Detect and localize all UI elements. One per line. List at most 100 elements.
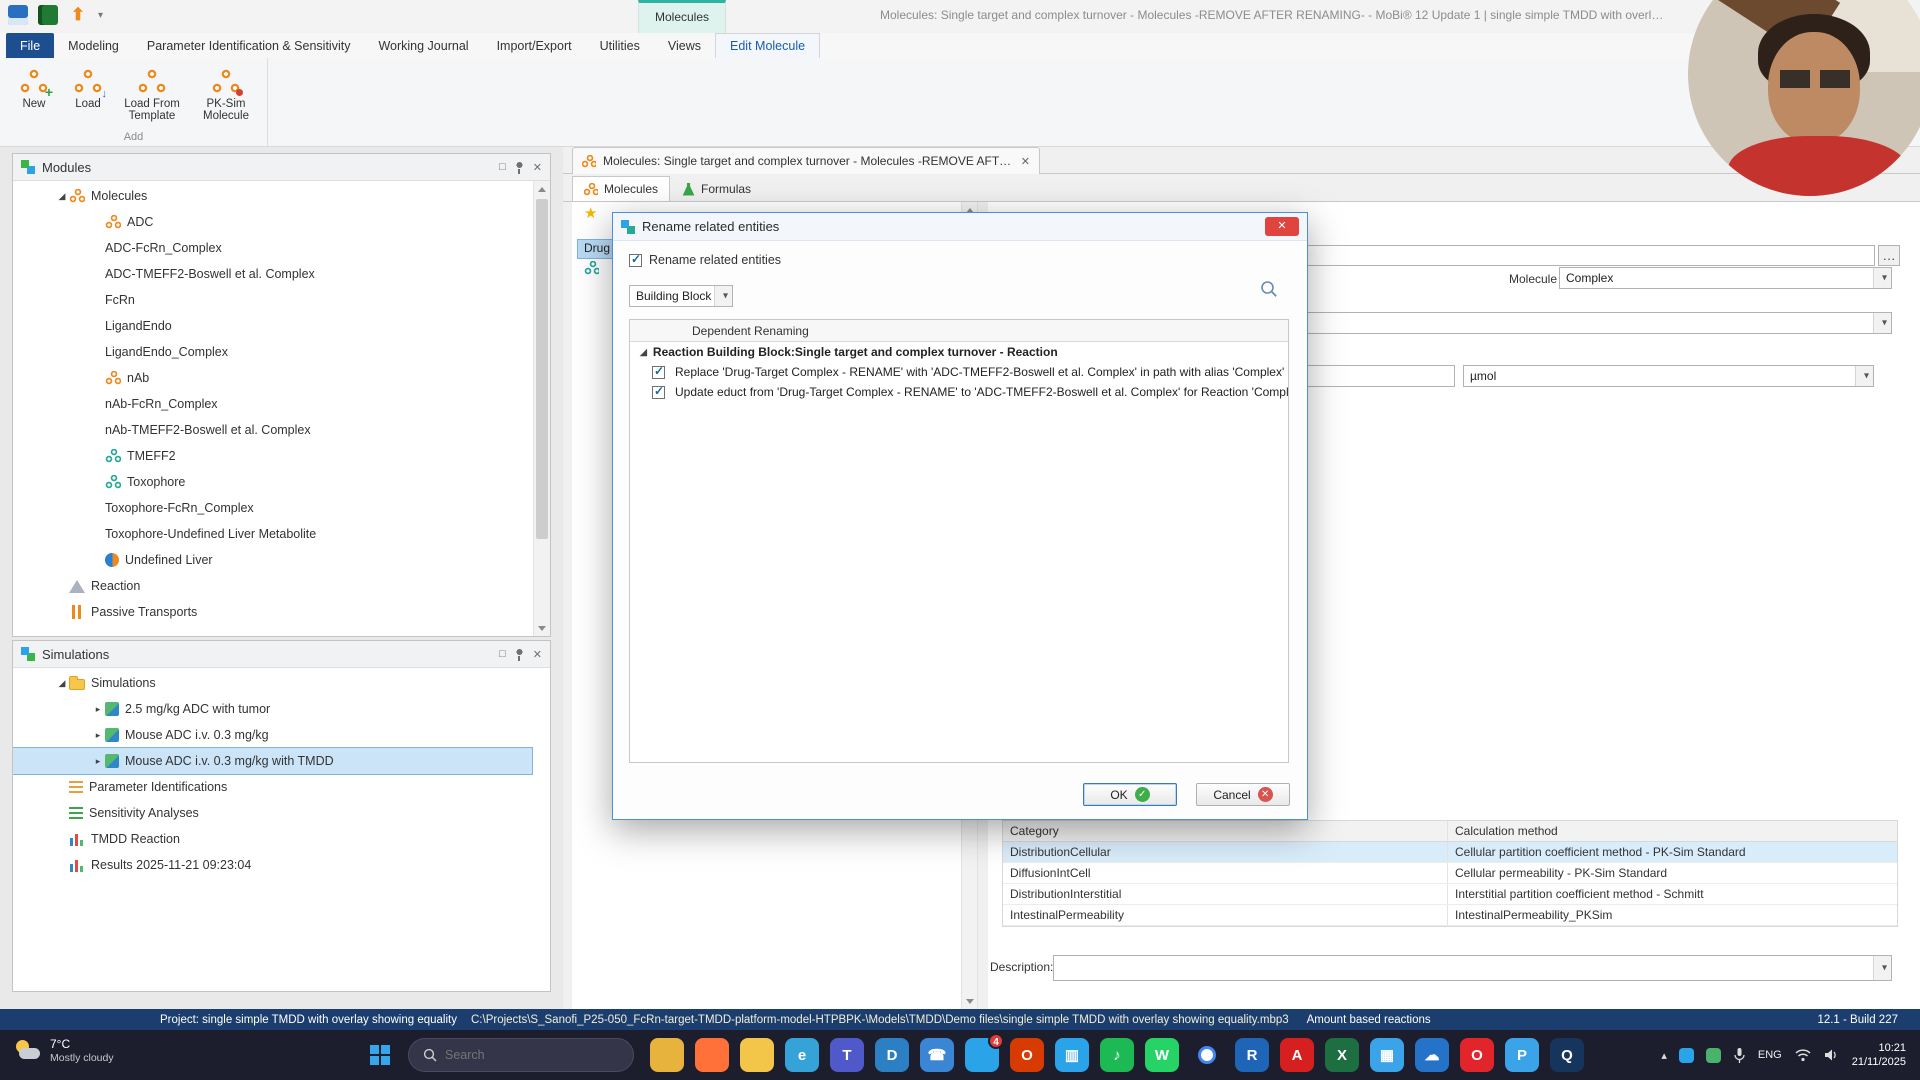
customize-toolbar-arrow-icon[interactable]: ▾ (98, 10, 103, 21)
list-column-header[interactable]: Dependent Renaming (630, 320, 1288, 342)
taskbar-app-icon[interactable]: T (830, 1038, 864, 1072)
taskbar-app-icon[interactable]: R (1235, 1038, 1269, 1072)
expander-icon[interactable]: ▸ (91, 756, 105, 767)
taskbar-app-icon[interactable] (1190, 1038, 1224, 1072)
ribbon-tab[interactable]: Views (654, 33, 715, 58)
ribbon-button[interactable]: New (8, 63, 60, 125)
taskbar-clock[interactable]: 10:21 21/11/2025 (1852, 1041, 1906, 1070)
simulations-panel-header[interactable]: Simulations □ ✕ (13, 641, 550, 668)
tray-app-icon[interactable] (1678, 1047, 1694, 1063)
ribbon-tab[interactable]: Parameter Identification & Sensitivity (133, 33, 365, 58)
taskbar-app-icon[interactable]: O (1460, 1038, 1494, 1072)
expander-icon[interactable]: ◢ (55, 678, 69, 689)
close-tab-icon[interactable]: ✕ (1021, 155, 1030, 168)
dialog-close-button[interactable]: ✕ (1265, 217, 1299, 236)
renaming-row[interactable]: Update educt from 'Drug-Target Complex -… (630, 382, 1288, 402)
tree-item[interactable]: ADC (13, 209, 532, 235)
search-icon[interactable] (1259, 279, 1279, 302)
tree-item[interactable]: LigandEndo (13, 313, 532, 339)
tree-item[interactable]: ▸ 2.5 mg/kg ADC with tumor (13, 696, 532, 722)
close-icon[interactable]: ✕ (533, 161, 542, 174)
save-icon[interactable] (8, 5, 28, 25)
weather-widget[interactable]: 7°C Mostly cloudy (14, 1037, 114, 1065)
context-tab-molecules[interactable]: Molecules (638, 0, 726, 33)
tree-item[interactable]: nAb (13, 365, 532, 391)
tree-item[interactable]: ▸ Mouse ADC i.v. 0.3 mg/kg with TMDD (13, 747, 533, 775)
taskbar-app-icon[interactable] (740, 1038, 774, 1072)
taskbar-app-icon[interactable] (695, 1038, 729, 1072)
table-row[interactable]: DiffusionIntCell Cellular permeability -… (1003, 863, 1897, 884)
tree-item[interactable]: Toxophore-FcRn_Complex (13, 495, 532, 521)
tree-item[interactable]: Undefined Liver (13, 547, 532, 573)
taskbar-app-icon[interactable]: D (875, 1038, 909, 1072)
ribbon-button[interactable]: Load (62, 63, 114, 125)
tree-item[interactable]: ADC-TMEFF2-Boswell et al. Complex (13, 261, 532, 287)
taskbar-app-icon[interactable]: ▥ (1055, 1038, 1089, 1072)
modules-panel-header[interactable]: Modules □ ✕ (13, 154, 550, 181)
scroll-down-icon[interactable] (962, 993, 977, 1009)
tree-item[interactable]: Parameter Identifications (13, 774, 532, 800)
export-icon[interactable]: ⬆ (68, 5, 88, 25)
table-row[interactable]: IntestinalPermeability IntestinalPermeab… (1003, 905, 1897, 926)
tree-item[interactable]: ADC-FcRn_Complex (13, 235, 532, 261)
scroll-down-icon[interactable] (534, 620, 550, 636)
ribbon-tab[interactable]: Edit Molecule (715, 33, 821, 58)
wifi-icon[interactable] (1794, 1048, 1812, 1062)
rename-related-entities-checkbox-row[interactable]: Rename related entities (629, 252, 781, 267)
tree-item[interactable]: ▸ Mouse ADC i.v. 0.3 mg/kg (13, 722, 532, 748)
tree-item[interactable]: Results 2025-11-21 09:23:04 (13, 852, 532, 878)
document-subtab[interactable]: Formulas (670, 176, 763, 201)
taskbar-app-icon[interactable]: P (1505, 1038, 1539, 1072)
scroll-up-icon[interactable] (534, 181, 550, 197)
expander-icon[interactable]: ◢ (55, 191, 69, 202)
taskbar-app-icon[interactable]: ♪ (1100, 1038, 1134, 1072)
scrollbar-thumb[interactable] (536, 199, 548, 539)
group-by-dropdown[interactable]: Building Block (629, 285, 733, 307)
tree-item[interactable]: TMEFF2 (13, 443, 532, 469)
table-row[interactable]: DistributionInterstitial Interstitial pa… (1003, 884, 1897, 905)
list-group-row[interactable]: ◢ Reaction Building Block:Single target … (630, 342, 1288, 362)
ellipsis-button[interactable]: … (1878, 245, 1900, 266)
ribbon-tab[interactable]: Working Journal (364, 33, 482, 58)
ribbon-tab[interactable]: Import/Export (483, 33, 586, 58)
document-tab[interactable]: Molecules: Single target and complex tur… (572, 147, 1040, 174)
tree-item[interactable]: Toxophore-Undefined Liver Metabolite (13, 521, 532, 547)
cancel-button[interactable]: Cancel ✕ (1196, 783, 1290, 806)
maximize-icon[interactable]: □ (499, 161, 506, 173)
taskbar-app-icon[interactable]: ▦ (1370, 1038, 1404, 1072)
language-indicator[interactable]: ENG (1758, 1049, 1782, 1061)
pin-icon[interactable] (514, 647, 524, 661)
tree-item[interactable]: ◢ Simulations (13, 670, 532, 696)
taskbar-app-icon[interactable]: ☁ (1415, 1038, 1449, 1072)
taskbar-app-icon[interactable]: X (1325, 1038, 1359, 1072)
volume-icon[interactable] (1824, 1048, 1840, 1062)
tree-item[interactable]: ◢ Molecules (13, 183, 532, 209)
taskbar-app-icon[interactable]: e (785, 1038, 819, 1072)
pin-icon[interactable] (514, 160, 524, 174)
tree-item[interactable]: nAb-TMEFF2-Boswell et al. Complex (13, 417, 532, 443)
molecule-type-dropdown[interactable]: Complex (1559, 267, 1892, 289)
taskbar-app-icon[interactable]: Q (1550, 1038, 1584, 1072)
ribbon-tab[interactable]: Utilities (586, 33, 654, 58)
journal-icon[interactable] (38, 5, 58, 25)
maximize-icon[interactable]: □ (499, 648, 506, 660)
tree-item[interactable]: LigandEndo_Complex (13, 339, 532, 365)
tray-chevron-up-icon[interactable]: ▴ (1661, 1049, 1667, 1062)
document-subtab[interactable]: Molecules (572, 176, 671, 201)
renaming-row[interactable]: Replace 'Drug-Target Complex - RENAME' w… (630, 362, 1288, 382)
tray-app-icon[interactable] (1705, 1047, 1721, 1063)
checkbox-icon[interactable] (652, 384, 665, 399)
expander-icon[interactable]: ▸ (91, 730, 105, 741)
close-icon[interactable]: ✕ (533, 648, 542, 661)
table-row[interactable]: DistributionCellular Cellular partition … (1003, 842, 1897, 863)
taskbar-app-icon[interactable]: O (1010, 1038, 1044, 1072)
ribbon-tab[interactable]: Modeling (54, 33, 133, 58)
tree-item[interactable]: Reaction (13, 573, 532, 599)
tree-item[interactable]: nAb-FcRn_Complex (13, 391, 532, 417)
search-input[interactable] (445, 1048, 595, 1062)
modules-scrollbar[interactable] (533, 181, 550, 636)
tree-item[interactable]: Passive Transports (13, 599, 532, 625)
unit-dropdown[interactable]: µmol (1463, 365, 1874, 387)
taskbar-app-icon[interactable]: 4 (965, 1033, 1004, 1072)
tree-item[interactable]: Sensitivity Analyses (13, 800, 532, 826)
